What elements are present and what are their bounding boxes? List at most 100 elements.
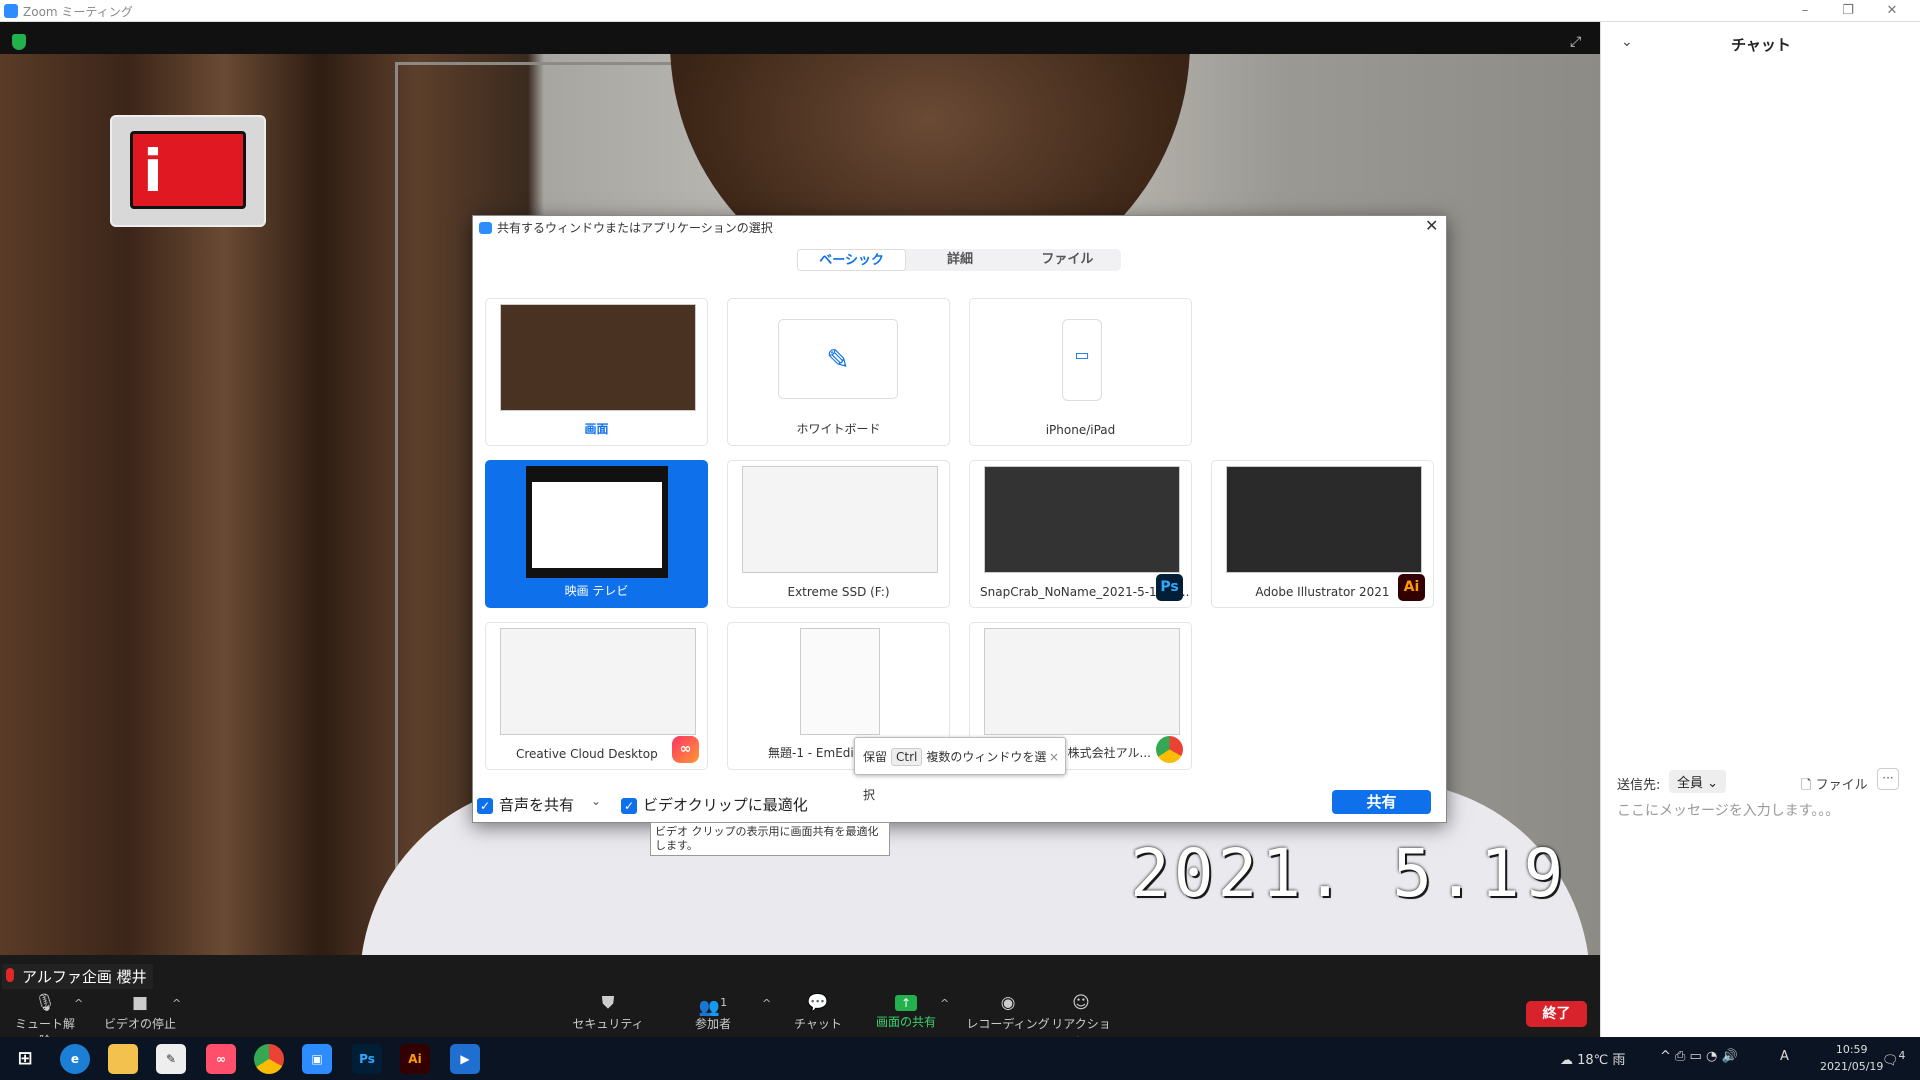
share-options-caret[interactable]: ^ xyxy=(940,997,949,1010)
share-tile-iphone[interactable]: ▭ iPhone/iPad xyxy=(969,298,1192,446)
creative-cloud-taskbar-icon[interactable]: ∞ xyxy=(206,1044,236,1074)
mic-off-icon: 🎙 xyxy=(34,993,56,1013)
cloud-icon: ☁ xyxy=(1560,1053,1573,1068)
record-button[interactable]: ◉ レコーディング xyxy=(960,993,1056,1033)
company-logo: i xyxy=(110,115,266,227)
share-arrow-icon: ↑ xyxy=(895,995,917,1011)
windows-start-icon[interactable]: ⊞ xyxy=(10,1044,40,1074)
chat-message-input[interactable]: ここにメッセージを入力します。。。 xyxy=(1617,800,1839,820)
tab-basic[interactable]: ベーシック xyxy=(797,249,907,271)
share-tile-creative-cloud[interactable]: Creative Cloud Desktop ∞ xyxy=(485,622,708,770)
chat-button[interactable]: 💬 チャット xyxy=(790,993,846,1033)
explorer-icon[interactable] xyxy=(108,1044,138,1074)
screen-thumbnail xyxy=(500,304,696,411)
optimize-video-checkbox[interactable]: ✓ ビデオクリップに最適化 xyxy=(621,794,808,815)
close-button[interactable]: ✕ xyxy=(1872,0,1912,22)
zoom-app-icon xyxy=(4,4,18,18)
share-audio-checkbox[interactable]: ✓ 音声を共有 xyxy=(477,794,574,815)
security-button[interactable]: ⛊ セキュリティ xyxy=(570,993,646,1033)
mute-button[interactable]: 🎙ミュート解除 xyxy=(10,993,80,1048)
ctrl-key: Ctrl xyxy=(891,748,923,766)
windows-taskbar: ⊞ e ✎ ∞ ▣ Ps Ai ▶ ☁ 18℃ 雨 ^ ⎙ ▭ ◔ 🔊 A 10… xyxy=(0,1037,1920,1080)
photos-taskbar-icon[interactable]: ▶ xyxy=(450,1044,480,1074)
creative-cloud-icon: ∞ xyxy=(672,736,699,763)
multi-select-tooltip: 保留 Ctrl 複数のウィンドウを選択 × xyxy=(854,737,1066,802)
tile-caption: ホワイトボード xyxy=(796,422,881,436)
clock[interactable]: 10:59 2021/05/19 xyxy=(1820,1041,1883,1075)
share-tile-movies-tv[interactable]: 映画 テレビ xyxy=(485,460,708,608)
dialog-close-button[interactable]: ✕ xyxy=(1425,216,1438,235)
illustrator-taskbar-icon[interactable]: Ai xyxy=(400,1044,430,1074)
recipient-select[interactable]: 全員 ⌄ xyxy=(1669,770,1727,793)
shield-icon: ⛊ xyxy=(601,993,615,1013)
audio-dropdown-caret[interactable]: ⌄ xyxy=(591,794,601,808)
share-tile-screen[interactable]: 画面 xyxy=(485,298,708,446)
share-tile-illustrator[interactable]: Adobe Illustrator 2021 Ai xyxy=(1211,460,1434,608)
file-button[interactable]: 🗋 ファイル xyxy=(1801,774,1868,798)
logo-mark: i xyxy=(130,131,246,209)
smiley-icon: ☺ xyxy=(1072,993,1090,1013)
optimize-tooltip: ビデオ クリップの表示用に画面共有を最適化します。 xyxy=(650,822,890,856)
minimize-button[interactable]: – xyxy=(1785,0,1825,22)
meeting-toolbar: アルファ企画 櫻井 🎙ミュート解除 ^ ■ビデオの停止 ^ ⛊セキュリティ 👥1… xyxy=(0,955,1600,1048)
participant-count: 1 xyxy=(720,996,728,1009)
iphone-icon: ▭ xyxy=(1062,319,1102,401)
muted-mic-icon xyxy=(6,968,14,982)
movie-thumbnail xyxy=(526,466,668,578)
participant-name-tag: アルファ企画 櫻井 xyxy=(2,964,153,989)
camera-icon: ■ xyxy=(131,993,149,1013)
pencil-icon: ✎ xyxy=(778,319,898,399)
chat-title: チャット xyxy=(1731,36,1791,54)
illustrator-thumbnail xyxy=(1226,466,1422,573)
tray-icons[interactable]: ^ ⎙ ▭ ◔ 🔊 xyxy=(1660,1049,1738,1064)
tile-caption: 画面 xyxy=(584,422,609,436)
check-icon: ✓ xyxy=(621,797,637,814)
audio-options-caret[interactable]: ^ xyxy=(74,997,83,1010)
tab-files[interactable]: ファイル xyxy=(1014,249,1121,271)
reactions-button[interactable]: ☺リアクション xyxy=(1048,993,1114,1048)
tile-caption: Extreme SSD (F:) xyxy=(787,585,890,599)
tooltip-close-icon[interactable]: × xyxy=(1049,738,1059,776)
people-icon: 👥1 xyxy=(698,996,728,1018)
share-tabs: ベーシック 詳細 ファイル xyxy=(797,249,1121,271)
more-options-button[interactable]: ··· xyxy=(1877,768,1899,790)
tile-caption: iPhone/iPad xyxy=(1045,423,1116,437)
zoom-icon xyxy=(479,222,492,234)
chrome-taskbar-icon[interactable] xyxy=(254,1044,284,1074)
share-tile-snapcrab[interactable]: SnapCrab_NoName_2021-5-19_1... Ps xyxy=(969,460,1192,608)
share-tile-extreme-ssd[interactable]: Extreme SSD (F:) xyxy=(727,460,950,608)
explorer-thumbnail xyxy=(742,466,938,573)
tab-advanced[interactable]: 詳細 xyxy=(906,249,1013,271)
zoom-taskbar-icon[interactable]: ▣ xyxy=(302,1044,332,1074)
illustrator-icon: Ai xyxy=(1398,574,1425,601)
share-button[interactable]: 共有 xyxy=(1332,790,1431,814)
date-overlay: 2021. 5.19 xyxy=(1130,835,1568,912)
participants-options-caret[interactable]: ^ xyxy=(762,997,771,1010)
notepad-icon[interactable]: ✎ xyxy=(156,1044,186,1074)
chrome-thumbnail xyxy=(984,628,1180,735)
encryption-shield-icon[interactable] xyxy=(12,34,26,50)
emeditor-thumbnail xyxy=(800,628,880,735)
share-tile-whiteboard[interactable]: ✎ ホワイトボード xyxy=(727,298,950,446)
window-title: Zoom ミーティング xyxy=(23,5,133,19)
window-titlebar: Zoom ミーティング – ❐ ✕ xyxy=(0,0,1920,22)
ime-indicator[interactable]: A xyxy=(1780,1049,1789,1064)
chat-panel: ⌄ チャット 送信先: 全員 ⌄ 🗋 ファイル ··· ここにメッセージを入力し… xyxy=(1600,22,1920,1037)
record-icon: ◉ xyxy=(1000,993,1016,1013)
video-options-caret[interactable]: ^ xyxy=(172,997,181,1010)
notification-center-icon[interactable]: 🗨4 xyxy=(1882,1049,1905,1068)
fullscreen-icon[interactable]: ⤢ xyxy=(1570,34,1581,50)
restore-button[interactable]: ❐ xyxy=(1828,0,1868,22)
tile-caption: 映画 テレビ xyxy=(564,584,629,598)
share-screen-button[interactable]: ↑ 画面の共有 xyxy=(868,993,944,1033)
participant-name: アルファ企画 櫻井 xyxy=(22,968,147,986)
weather-widget[interactable]: ☁ 18℃ 雨 xyxy=(1560,1049,1625,1068)
end-meeting-button[interactable]: 終了 xyxy=(1526,1001,1587,1027)
photoshop-taskbar-icon[interactable]: Ps xyxy=(352,1044,382,1074)
participants-button[interactable]: 👥1 参加者 xyxy=(680,993,746,1033)
file-icon: 🗋 xyxy=(1801,778,1812,793)
dialog-title: 共有するウィンドウまたはアプリケーションの選択 xyxy=(497,221,773,235)
stop-video-button[interactable]: ■ ビデオの停止 xyxy=(100,993,180,1033)
share-dialog: 共有するウィンドウまたはアプリケーションの選択 ✕ ベーシック 詳細 ファイル … xyxy=(472,215,1447,823)
edge-icon[interactable]: e xyxy=(60,1044,90,1074)
